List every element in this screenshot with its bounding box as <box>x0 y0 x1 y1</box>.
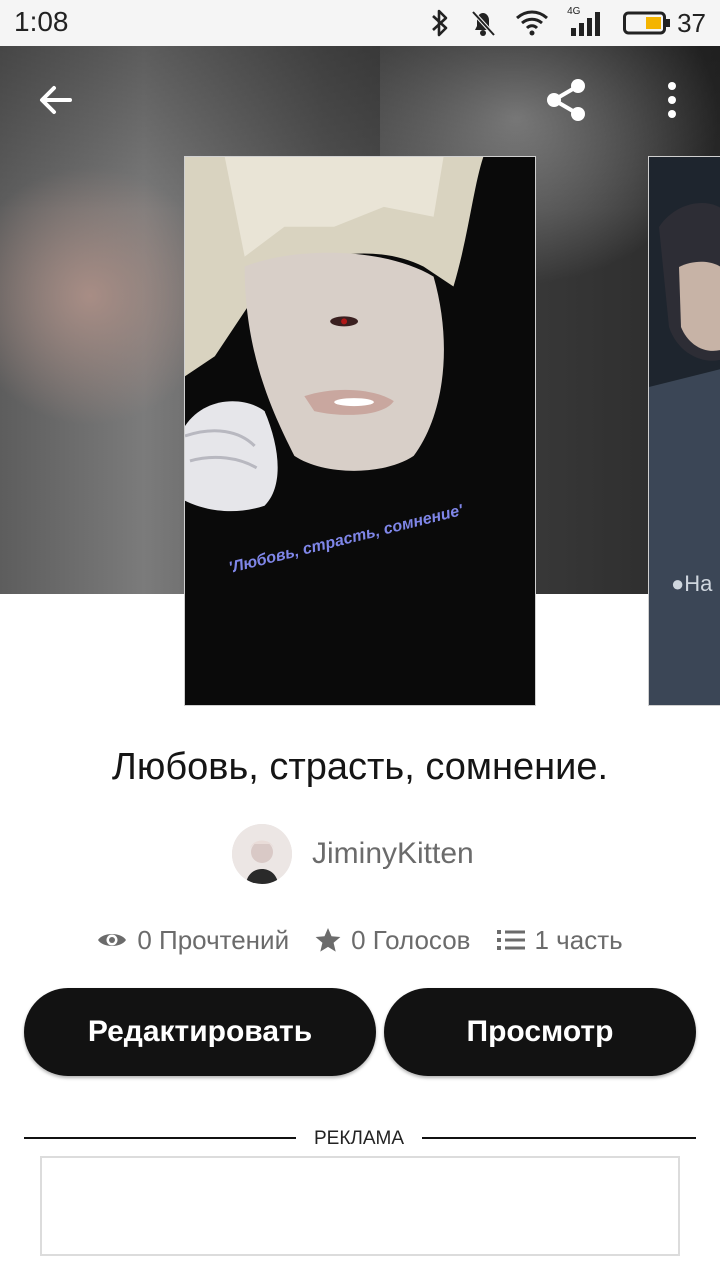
more-options-button[interactable] <box>642 70 702 130</box>
divider <box>24 1137 296 1139</box>
signal-icon: 4G <box>567 6 605 38</box>
reads-stat: 0 Прочтений <box>97 925 289 956</box>
list-icon <box>496 930 525 950</box>
next-story-cover[interactable]: ●Ha <box>648 156 720 706</box>
divider <box>422 1137 696 1139</box>
view-button[interactable]: Просмотр <box>384 988 696 1076</box>
author-name: JiminyKitten <box>312 837 474 870</box>
votes-count: 0 Голосов <box>351 924 471 955</box>
reads-count: 0 Прочтений <box>137 924 290 955</box>
parts-count: 1 часть <box>534 924 623 955</box>
star-icon <box>315 928 341 952</box>
ad-container[interactable] <box>40 1156 680 1256</box>
status-icons: 4G 37 <box>429 6 706 40</box>
eye-icon <box>98 934 127 946</box>
ad-label: РЕКЛАМА <box>313 1128 405 1149</box>
parts-stat: 1 часть <box>496 924 623 956</box>
story-cover[interactable]: 'Любовь, страсть, сомнение' <box>184 156 536 706</box>
story-title: Любовь, страсть, сомнение. <box>111 746 609 788</box>
notifications-off-icon <box>471 10 496 37</box>
back-button[interactable] <box>26 70 86 130</box>
status-bar: 1:08 4G 37 <box>0 0 720 46</box>
avatar <box>232 824 292 884</box>
share-button[interactable] <box>536 70 596 130</box>
arrow-left-icon <box>40 86 72 114</box>
ad-header: РЕКЛАМА <box>24 1124 696 1152</box>
edit-button[interactable]: Редактировать <box>24 988 376 1076</box>
battery-level: 37 <box>677 7 706 38</box>
battery-icon: 37 <box>623 8 706 39</box>
next-cover-caption: ●Ha <box>671 571 713 596</box>
wifi-icon <box>516 10 549 36</box>
story-stats: 0 Прочтений 0 Голосов 1 часть <box>0 920 720 960</box>
cover-image <box>185 157 535 705</box>
next-cover-image <box>649 157 720 705</box>
more-vertical-icon <box>668 82 676 118</box>
status-time: 1:08 <box>14 6 69 37</box>
votes-stat: 0 Голосов <box>315 924 471 956</box>
share-icon <box>547 79 585 121</box>
bluetooth-icon <box>432 9 448 37</box>
author-link[interactable]: JiminyKitten <box>232 824 474 884</box>
